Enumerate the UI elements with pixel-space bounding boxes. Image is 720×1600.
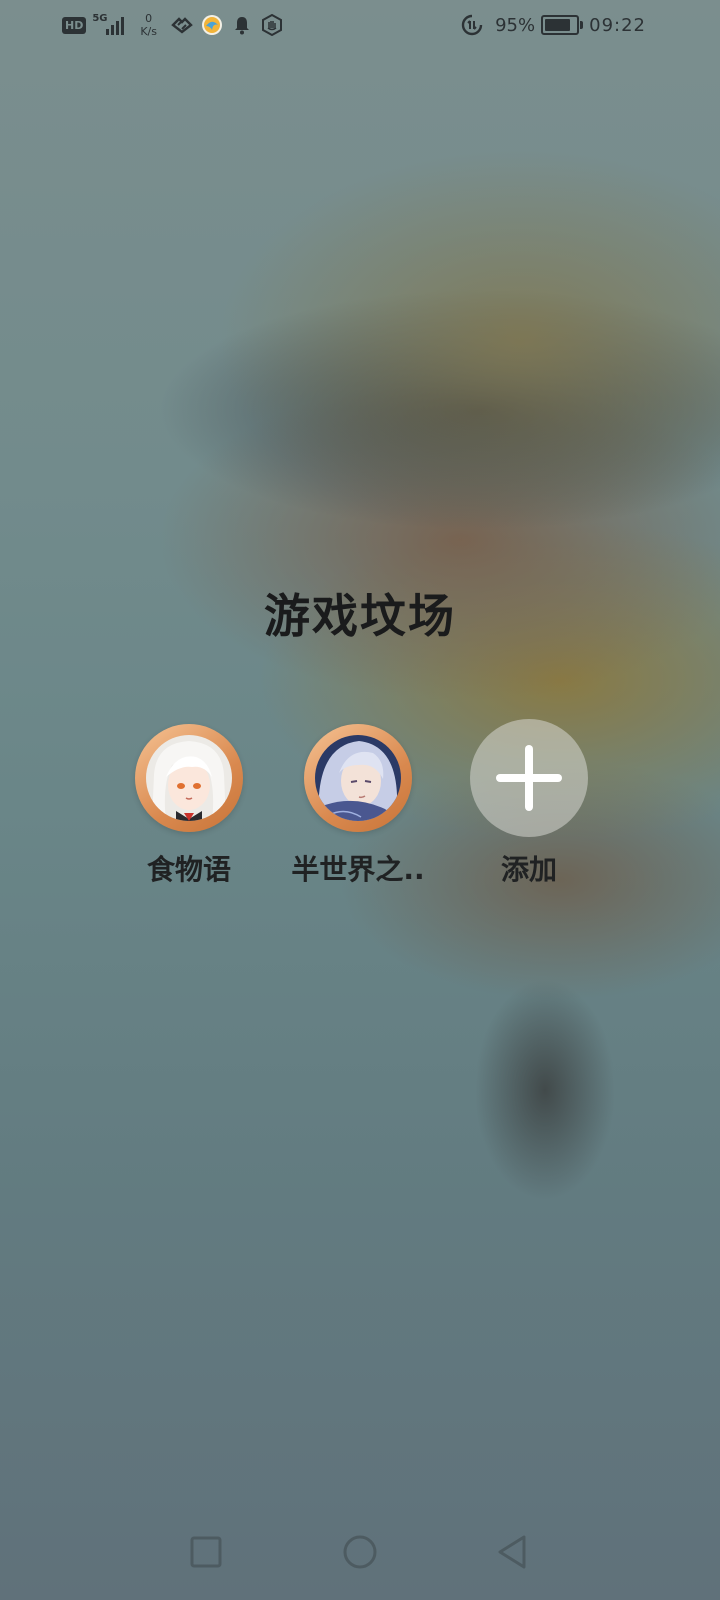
network-speed-value: 0 [145,12,153,25]
add-app-label: 添加 [500,853,557,886]
status-bar: HD 5G 0 K/s 95% 09:22 [0,0,720,50]
half-world-app-icon[interactable] [304,724,412,832]
status-bar-right: 95% 09:22 [461,10,646,40]
plus-icon[interactable] [470,719,588,837]
app-notification-icon [201,14,223,36]
app-label-half-world: 半世界之.. [291,853,425,886]
folder-screen: HD 5G 0 K/s 95% 09:22 游戏坟场 食物语 半世界之.. 添加 [0,0,720,1600]
signal-icon: 5G [92,13,128,37]
square-icon [190,1536,222,1568]
network-speed-unit: K/s [140,25,157,38]
battery-percent: 95% [495,14,536,36]
network-speed: 0 K/s [140,12,157,38]
battery-level [545,19,570,31]
back-triangle-icon [498,1535,526,1569]
network-generation: 5G [92,13,108,24]
app-label-food-fantasy: 食物语 [146,853,231,886]
data-saver-icon [461,14,483,36]
clock: 09:22 [589,14,646,36]
food-fantasy-app-icon[interactable] [135,724,243,832]
app-food-fantasy[interactable]: 食物语 [109,718,269,888]
link-icon [171,14,193,36]
hand-icon [261,14,283,36]
home-button[interactable] [340,1532,380,1572]
folder-app-grid: 食物语 半世界之.. 添加 [0,718,720,888]
add-app-button[interactable]: 添加 [449,718,609,888]
folder-title[interactable]: 游戏坟场 [0,580,720,646]
status-bar-left: HD 5G 0 K/s [62,10,291,40]
hd-icon: HD [62,16,87,34]
battery-icon [541,15,584,35]
app-half-world[interactable]: 半世界之.. [278,718,438,888]
recent-apps-button[interactable] [186,1532,226,1572]
back-button[interactable] [492,1532,532,1572]
bell-icon [231,14,253,36]
navigation-bar [0,1510,720,1600]
circle-icon [343,1535,377,1569]
